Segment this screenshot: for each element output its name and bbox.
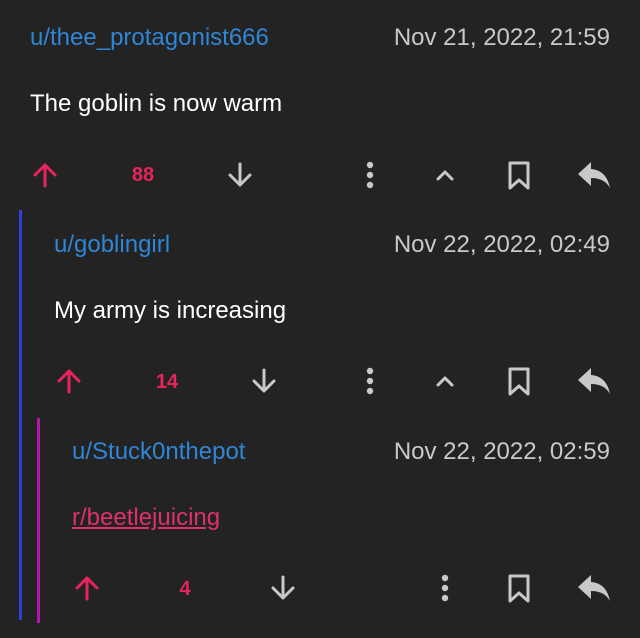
score-count: 4 bbox=[179, 578, 191, 600]
bookmark-icon bbox=[508, 367, 530, 396]
score-count: 14 bbox=[155, 371, 179, 393]
comment-body: My army is increasing bbox=[54, 297, 287, 324]
arrow-down-icon bbox=[228, 162, 252, 187]
downvote-button[interactable] bbox=[220, 155, 260, 195]
thread-line-level1 bbox=[19, 210, 22, 620]
chevron-up-icon bbox=[436, 376, 454, 387]
more-button[interactable] bbox=[425, 568, 465, 608]
arrow-up-icon bbox=[57, 369, 81, 394]
bookmark-icon bbox=[508, 161, 530, 190]
more-vertical-icon bbox=[366, 367, 374, 395]
thread-line-level2 bbox=[37, 418, 40, 623]
reply-button[interactable] bbox=[574, 568, 614, 608]
arrow-up-icon bbox=[75, 576, 99, 601]
comment-timestamp: Nov 21, 2022, 21:59 bbox=[393, 24, 610, 51]
subreddit-link[interactable]: r/beetlejuicing bbox=[72, 504, 220, 532]
more-vertical-icon bbox=[366, 161, 374, 189]
comment-author[interactable]: u/thee_protagonist666 bbox=[30, 24, 269, 52]
reply-icon bbox=[578, 368, 610, 394]
reply-icon bbox=[578, 575, 610, 601]
bookmark-icon bbox=[508, 574, 530, 603]
collapse-button[interactable] bbox=[425, 155, 465, 195]
score-count: 88 bbox=[131, 164, 155, 186]
save-button[interactable] bbox=[499, 568, 539, 608]
more-button[interactable] bbox=[350, 361, 390, 401]
upvote-button[interactable] bbox=[49, 361, 89, 401]
upvote-button[interactable] bbox=[25, 155, 65, 195]
comment-body: The goblin is now warm bbox=[30, 90, 283, 117]
comment-timestamp: Nov 22, 2022, 02:59 bbox=[393, 438, 610, 465]
arrow-up-icon bbox=[33, 163, 57, 188]
downvote-button[interactable] bbox=[263, 568, 303, 608]
save-button[interactable] bbox=[499, 155, 539, 195]
chevron-up-icon bbox=[436, 170, 454, 181]
collapse-button[interactable] bbox=[425, 361, 465, 401]
reply-button[interactable] bbox=[574, 361, 614, 401]
downvote-button[interactable] bbox=[244, 361, 284, 401]
more-button[interactable] bbox=[350, 155, 390, 195]
comment-author[interactable]: u/goblingirl bbox=[54, 231, 170, 259]
more-vertical-icon bbox=[441, 574, 449, 602]
arrow-down-icon bbox=[271, 575, 295, 600]
comment-author[interactable]: u/Stuck0nthepot bbox=[72, 438, 245, 466]
comment-timestamp: Nov 22, 2022, 02:49 bbox=[393, 231, 610, 258]
save-button[interactable] bbox=[499, 361, 539, 401]
reply-icon bbox=[578, 162, 610, 188]
upvote-button[interactable] bbox=[67, 568, 107, 608]
arrow-down-icon bbox=[252, 368, 276, 393]
reply-button[interactable] bbox=[574, 155, 614, 195]
